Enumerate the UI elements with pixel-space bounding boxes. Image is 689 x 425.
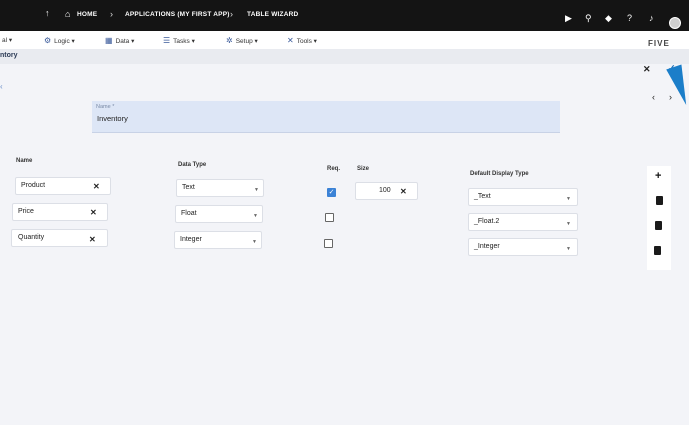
menu-item-tools[interactable]: ✕ Tools ▾ bbox=[287, 36, 317, 45]
menu-item-label: Data ▾ bbox=[115, 38, 135, 45]
required-checkbox[interactable] bbox=[325, 213, 334, 222]
logic-icon: ⚙ bbox=[44, 36, 52, 45]
required-checkbox[interactable]: ✓ bbox=[327, 188, 336, 197]
display-type-value: _Float.2 bbox=[474, 218, 500, 225]
close-icon[interactable]: ✕ bbox=[643, 64, 651, 75]
chevron-down-icon: ▼ bbox=[566, 196, 571, 202]
form-header bbox=[0, 49, 689, 64]
menu-item-tasks[interactable]: ☰ Tasks ▾ bbox=[163, 36, 195, 45]
menu-item-label: Setup ▾ bbox=[235, 38, 258, 45]
delete-icon[interactable] bbox=[656, 196, 663, 205]
notification-icon[interactable]: ♪ bbox=[649, 14, 654, 23]
display-type-value: _Text bbox=[474, 193, 491, 200]
menu-bar: al ▾ ⚙ Logic ▾ ▦ Data ▾ ☰ Tasks ▾ ✲ Setup ▾ … bbox=[0, 31, 689, 49]
name-field-label: Name * bbox=[96, 104, 115, 110]
tools-icon: ✕ bbox=[287, 36, 294, 45]
chevron-down-icon: ▼ bbox=[254, 187, 259, 193]
help-icon[interactable]: ? bbox=[627, 14, 632, 23]
size-value: 100 bbox=[379, 187, 391, 194]
top-bar: ↑ ⌂ HOME › APPLICATIONS (MY FIRST APP) ›… bbox=[0, 0, 689, 31]
field-name-value: Product bbox=[21, 182, 46, 189]
data-type-value: Integer bbox=[180, 236, 202, 243]
menu-item-data[interactable]: ▦ Data ▾ bbox=[105, 36, 134, 45]
list-icon: ☰ bbox=[163, 36, 171, 45]
play-icon[interactable]: ▶ bbox=[565, 14, 572, 23]
display-type-value: _Integer bbox=[474, 243, 500, 250]
table-icon: ▦ bbox=[105, 36, 113, 45]
add-row-icon[interactable]: + bbox=[655, 170, 661, 182]
menu-item-logic[interactable]: ⚙ Logic ▾ bbox=[44, 36, 75, 45]
column-header-default-display: Default Display Type bbox=[470, 171, 529, 177]
column-header-req: Req. bbox=[327, 166, 341, 172]
name-field[interactable] bbox=[92, 101, 560, 133]
delete-icon[interactable] bbox=[655, 221, 662, 230]
menu-item-label: Logic ▾ bbox=[54, 38, 75, 45]
menu-item-partial[interactable]: al ▾ bbox=[2, 36, 12, 44]
required-checkbox[interactable] bbox=[324, 239, 333, 248]
column-header-name: Name bbox=[16, 158, 33, 164]
graduation-icon[interactable]: ◆ bbox=[605, 14, 612, 23]
menu-item-label: Tools ▾ bbox=[296, 38, 317, 45]
menu-item-setup[interactable]: ✲ Setup ▾ bbox=[226, 36, 258, 45]
breadcrumb-home[interactable]: HOME bbox=[77, 11, 97, 18]
home-icon[interactable]: ⌂ bbox=[65, 10, 70, 19]
name-field-value: Inventory bbox=[97, 114, 128, 123]
page-title: ntory bbox=[0, 52, 18, 59]
field-name-value: Price bbox=[18, 208, 34, 215]
avatar[interactable] bbox=[669, 17, 681, 29]
menu-item-label: Tasks ▾ bbox=[173, 38, 195, 45]
chevron-right-icon: › bbox=[110, 9, 113, 19]
chevron-down-icon: ▼ bbox=[566, 221, 571, 227]
breadcrumb-application[interactable]: APPLICATIONS (MY FIRST APP) bbox=[125, 11, 230, 18]
clear-icon[interactable]: ✕ bbox=[93, 182, 100, 191]
clear-icon[interactable]: ✕ bbox=[89, 235, 96, 244]
chevron-down-icon: ▼ bbox=[252, 239, 257, 245]
chevron-down-icon: ▼ bbox=[566, 246, 571, 252]
data-type-value: Text bbox=[182, 184, 195, 191]
chevron-down-icon: ▼ bbox=[253, 213, 258, 219]
next-icon[interactable]: › bbox=[669, 92, 672, 102]
search-icon[interactable]: ⚲ bbox=[585, 14, 592, 23]
previous-icon[interactable]: ‹ bbox=[652, 92, 655, 102]
field-name-value: Quantity bbox=[18, 234, 45, 241]
delete-icon[interactable] bbox=[654, 246, 661, 255]
five-logo: FIVE bbox=[648, 39, 670, 48]
clear-icon[interactable]: ✕ bbox=[400, 187, 407, 196]
data-type-value: Float bbox=[181, 210, 197, 217]
column-header-data-type: Data Type bbox=[178, 162, 207, 168]
back-arrow-icon[interactable]: ‹ bbox=[0, 82, 3, 91]
column-header-size: Size bbox=[357, 166, 370, 172]
up-arrow-icon[interactable]: ↑ bbox=[45, 9, 50, 18]
breadcrumb-table-wizard: TABLE WIZARD bbox=[247, 11, 299, 18]
gear-icon: ✲ bbox=[226, 36, 233, 45]
clear-icon[interactable]: ✕ bbox=[90, 208, 97, 217]
chevron-right-icon: › bbox=[230, 9, 233, 19]
